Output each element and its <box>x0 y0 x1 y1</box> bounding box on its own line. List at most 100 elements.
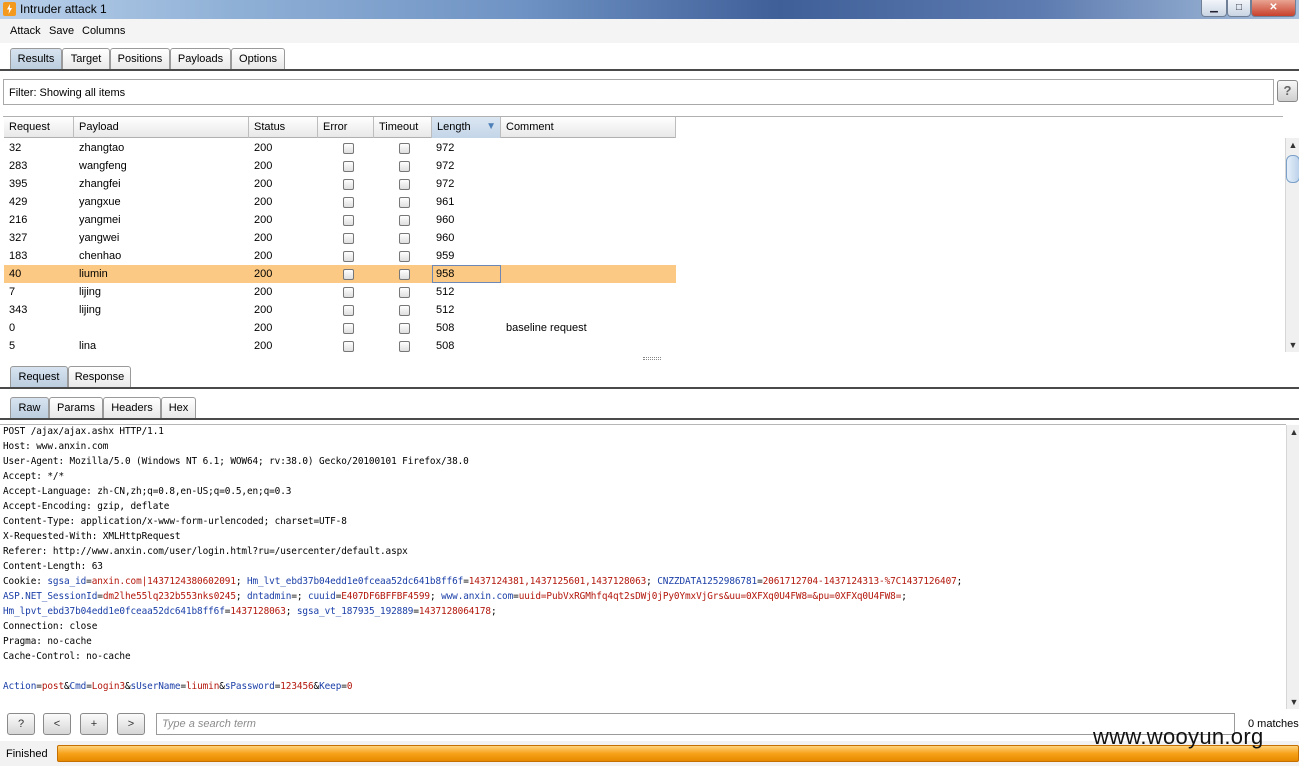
maximize-button[interactable]: □ <box>1227 0 1251 17</box>
col-payload[interactable]: Payload <box>74 117 249 138</box>
table-row[interactable]: 429 yangxue 200 961 <box>4 193 676 211</box>
timeout-checkbox[interactable] <box>399 179 410 190</box>
table-row[interactable]: 7 lijing 200 512 <box>4 283 676 301</box>
request-line: Referer: http://www.anxin.com/user/login… <box>3 546 408 557</box>
search-help-button[interactable]: ? <box>7 713 35 735</box>
col-comment[interactable]: Comment <box>501 117 676 138</box>
error-checkbox[interactable] <box>343 341 354 352</box>
timeout-checkbox[interactable] <box>399 341 410 352</box>
tab-options[interactable]: Options <box>231 48 285 71</box>
search-input[interactable]: Type a search term <box>156 713 1235 735</box>
table-row[interactable]: 0 200 508 baseline request <box>4 319 676 337</box>
timeout-checkbox[interactable] <box>399 161 410 172</box>
search-add-button[interactable]: + <box>80 713 108 735</box>
request-scroll-down-icon[interactable]: ▼ <box>1287 695 1299 709</box>
error-checkbox[interactable] <box>343 143 354 154</box>
timeout-checkbox[interactable] <box>399 233 410 244</box>
table-row[interactable]: 343 lijing 200 512 <box>4 301 676 319</box>
table-row[interactable]: 32 zhangtao 200 972 <box>4 139 676 157</box>
error-checkbox[interactable] <box>343 197 354 208</box>
error-checkbox[interactable] <box>343 305 354 316</box>
table-row[interactable]: 183 chenhao 200 959 <box>4 247 676 265</box>
cookie-key: ASP.NET_SessionId <box>3 591 98 602</box>
cell-payload: wangfeng <box>79 160 127 172</box>
cookie-key: Hm_lvt_ebd37b04edd1e0fceaa52dc641b8ff6f <box>246 576 464 587</box>
timeout-checkbox[interactable] <box>399 215 410 226</box>
error-checkbox[interactable] <box>343 233 354 244</box>
timeout-checkbox[interactable] <box>399 143 410 154</box>
filter-help-button[interactable]: ? <box>1277 80 1298 102</box>
tab-response[interactable]: Response <box>68 366 131 389</box>
request-editor[interactable]: POST /ajax/ajax.ashx HTTP/1.1 Host: www.a… <box>0 424 1286 709</box>
burp-app-icon <box>3 2 16 16</box>
minimize-button[interactable]: ▁ <box>1201 0 1227 17</box>
error-checkbox[interactable] <box>343 251 354 262</box>
scroll-thumb[interactable] <box>1286 155 1299 183</box>
body-param-value: 0 <box>346 681 353 692</box>
cell-status: 200 <box>254 196 273 208</box>
error-checkbox[interactable] <box>343 323 354 334</box>
cookie-key: sgsa_vt_187935_192889 <box>296 606 414 617</box>
watermark: www.wooyun.org <box>1093 724 1264 749</box>
tab-results[interactable]: Results <box>10 48 62 71</box>
menu-columns[interactable]: Columns <box>82 25 125 37</box>
detail-tab-divider <box>0 387 1299 389</box>
cookie-key: cuuid <box>307 591 336 602</box>
cookie-key: CNZZDATA1252986781 <box>657 576 758 587</box>
tab-request[interactable]: Request <box>10 366 68 389</box>
cookie-value: uuid=PubVxRGMhfq4qt2sDWj0jPy0YmxVjGrs&uu… <box>518 591 902 602</box>
tab-headers[interactable]: Headers <box>103 397 161 420</box>
table-row[interactable]: 216 yangmei 200 960 <box>4 211 676 229</box>
menu-attack[interactable]: Attack <box>10 25 41 37</box>
request-scrollbar[interactable]: ▲ ▼ <box>1286 425 1299 709</box>
body-param-value: post <box>41 681 64 692</box>
table-row[interactable]: 283 wangfeng 200 972 <box>4 157 676 175</box>
table-header: Request Payload Status Error Timeout Len… <box>4 117 676 138</box>
request-body: Action=post&Cmd=Login3&sUserName=liumin&… <box>3 681 353 692</box>
timeout-checkbox[interactable] <box>399 269 410 280</box>
error-checkbox[interactable] <box>343 179 354 190</box>
timeout-checkbox[interactable] <box>399 287 410 298</box>
tab-payloads[interactable]: Payloads <box>170 48 231 71</box>
error-checkbox[interactable] <box>343 161 354 172</box>
tab-params[interactable]: Params <box>49 397 103 420</box>
col-length-label: Length <box>437 121 471 133</box>
error-checkbox[interactable] <box>343 287 354 298</box>
body-param-key: Cmd <box>69 681 87 692</box>
cell-status: 200 <box>254 268 273 280</box>
tab-hex[interactable]: Hex <box>161 397 196 420</box>
error-checkbox[interactable] <box>343 269 354 280</box>
col-request[interactable]: Request <box>4 117 74 138</box>
search-prev-button[interactable]: < <box>43 713 71 735</box>
table-row[interactable]: 5 lina 200 508 <box>4 337 676 355</box>
results-scrollbar[interactable]: ▲ ▼ <box>1285 138 1299 352</box>
table-row[interactable]: 327 yangwei 200 960 <box>4 229 676 247</box>
cookie-key: dntadmin <box>246 591 292 602</box>
tab-target[interactable]: Target <box>62 48 110 71</box>
close-button[interactable]: ✕ <box>1251 0 1296 17</box>
body-param-key: sPassword <box>224 681 275 692</box>
request-scroll-up-icon[interactable]: ▲ <box>1287 425 1299 439</box>
timeout-checkbox[interactable] <box>399 251 410 262</box>
scroll-down-icon[interactable]: ▼ <box>1286 338 1299 352</box>
col-status[interactable]: Status <box>249 117 318 138</box>
error-checkbox[interactable] <box>343 215 354 226</box>
table-row[interactable]: 395 zhangfei 200 972 <box>4 175 676 193</box>
scroll-up-icon[interactable]: ▲ <box>1286 138 1299 152</box>
request-line: X-Requested-With: XMLHttpRequest <box>3 531 181 542</box>
tab-raw[interactable]: Raw <box>10 397 49 420</box>
timeout-checkbox[interactable] <box>399 323 410 334</box>
filter-bar[interactable]: Filter: Showing all items <box>3 79 1274 105</box>
col-length[interactable]: Length ▼ <box>432 117 501 138</box>
tab-positions[interactable]: Positions <box>110 48 170 71</box>
timeout-checkbox[interactable] <box>399 305 410 316</box>
timeout-checkbox[interactable] <box>399 197 410 208</box>
table-row[interactable]: 40 liumin 200 958 <box>4 265 676 283</box>
menu-save[interactable]: Save <box>49 25 74 37</box>
col-error[interactable]: Error <box>318 117 374 138</box>
focused-cell-outline <box>432 265 501 283</box>
split-pane-handle[interactable] <box>643 357 661 360</box>
cell-payload: liumin <box>79 268 108 280</box>
col-timeout[interactable]: Timeout <box>374 117 432 138</box>
search-next-button[interactable]: > <box>117 713 145 735</box>
